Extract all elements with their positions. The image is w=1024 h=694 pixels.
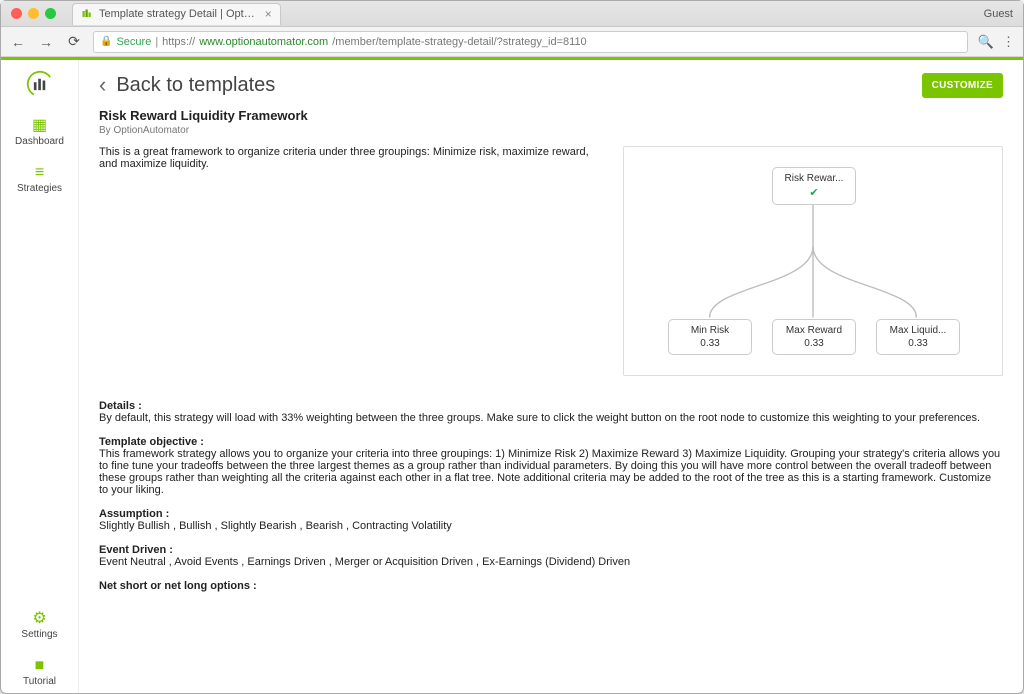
node-label: Min Risk: [677, 325, 743, 336]
tree-child-node[interactable]: Min Risk 0.33: [668, 319, 752, 355]
back-label: Back to templates: [116, 74, 275, 97]
node-value: 0.33: [677, 338, 743, 349]
video-icon: ■: [35, 658, 45, 674]
sidebar-item-label: Strategies: [17, 183, 62, 194]
nav-reload-icon[interactable]: ⟳: [65, 33, 83, 50]
titlebar: Template strategy Detail | Opt… × Guest: [1, 1, 1023, 27]
sidebar-item-label: Dashboard: [15, 136, 64, 147]
sidebar-item-dashboard[interactable]: ▦ Dashboard: [1, 112, 78, 153]
section-label: Event Driven :: [99, 544, 1003, 556]
section-label: Assumption :: [99, 508, 1003, 520]
section-net-options: Net short or net long options :: [99, 580, 1003, 592]
url-scheme: https://: [162, 36, 195, 48]
dashboard-icon: ▦: [32, 118, 47, 134]
list-icon: ≡: [35, 165, 44, 181]
app-logo[interactable]: [24, 68, 56, 100]
main-content: ‹ Back to templates CUSTOMIZE Risk Rewar…: [79, 60, 1023, 693]
secure-label: Secure: [116, 36, 151, 48]
favicon-icon: [81, 8, 93, 20]
minimize-window-button[interactable]: [28, 8, 39, 19]
profile-label[interactable]: Guest: [984, 8, 1013, 20]
tree-child-node[interactable]: Max Liquid... 0.33: [876, 319, 960, 355]
section-text: Slightly Bullish , Bullish , Slightly Be…: [99, 520, 452, 532]
section-text: Event Neutral , Avoid Events , Earnings …: [99, 556, 630, 568]
browser-toolbar: ← → ⟳ 🔒 Secure | https://www.optionautom…: [1, 27, 1023, 57]
section-assumption: Assumption : Slightly Bullish , Bullish …: [99, 508, 1003, 532]
arrow-left-icon: ‹: [99, 72, 106, 98]
tab-title: Template strategy Detail | Opt…: [99, 8, 255, 20]
strategy-header: Risk Reward Liquidity Framework By Optio…: [99, 108, 1003, 136]
section-label: Details :: [99, 400, 1003, 412]
node-label: Risk Rewar...: [781, 173, 847, 184]
sidebar-item-tutorial[interactable]: ■ Tutorial: [1, 652, 78, 693]
section-text: This framework strategy allows you to or…: [99, 448, 1000, 496]
node-label: Max Liquid...: [885, 325, 951, 336]
section-event-driven: Event Driven : Event Neutral , Avoid Eve…: [99, 544, 1003, 568]
top-split: This is a great framework to organize cr…: [99, 146, 1003, 376]
node-value: 0.33: [885, 338, 951, 349]
app-body: ▦ Dashboard ≡ Strategies ⚙ Settings ■ Tu…: [1, 60, 1023, 693]
node-label: Max Reward: [781, 325, 847, 336]
strategy-title: Risk Reward Liquidity Framework: [99, 108, 1003, 123]
tree-child-node[interactable]: Max Reward 0.33: [772, 319, 856, 355]
details-sections: Details : By default, this strategy will…: [99, 400, 1003, 592]
nav-back-icon[interactable]: ←: [9, 34, 27, 50]
window-controls: [11, 8, 56, 19]
customize-button[interactable]: CUSTOMIZE: [922, 73, 1003, 98]
section-objective: Template objective : This framework stra…: [99, 436, 1003, 496]
toolbar-right: 🔍 ⋮: [978, 34, 1015, 50]
section-text: By default, this strategy will load with…: [99, 412, 980, 424]
browser-tab[interactable]: Template strategy Detail | Opt… ×: [72, 3, 281, 25]
url-host: www.optionautomator.com: [199, 36, 328, 48]
gear-icon: ⚙: [32, 611, 46, 627]
browser-window: Template strategy Detail | Opt… × Guest …: [0, 0, 1024, 694]
back-link[interactable]: ‹ Back to templates: [99, 72, 275, 98]
sidebar: ▦ Dashboard ≡ Strategies ⚙ Settings ■ Tu…: [1, 60, 79, 693]
strategy-description: This is a great framework to organize cr…: [99, 146, 599, 376]
section-label: Net short or net long options :: [99, 580, 1003, 592]
menu-icon[interactable]: ⋮: [1002, 34, 1015, 50]
section-details: Details : By default, this strategy will…: [99, 400, 1003, 424]
page-header: ‹ Back to templates CUSTOMIZE: [99, 72, 1003, 98]
tree-diagram[interactable]: Risk Rewar... ✔ Min Risk 0.33 Max Reward…: [623, 146, 1003, 376]
strategy-byline: By OptionAutomator: [99, 125, 1003, 136]
address-bar[interactable]: 🔒 Secure | https://www.optionautomator.c…: [93, 31, 968, 53]
section-label: Template objective :: [99, 436, 1003, 448]
close-window-button[interactable]: [11, 8, 22, 19]
url-path: /member/template-strategy-detail/?strate…: [332, 36, 586, 48]
check-icon: ✔: [781, 186, 847, 199]
nav-forward-icon[interactable]: →: [37, 34, 55, 50]
node-value: 0.33: [781, 338, 847, 349]
close-tab-icon[interactable]: ×: [265, 7, 272, 21]
sidebar-item-strategies[interactable]: ≡ Strategies: [1, 159, 78, 200]
maximize-window-button[interactable]: [45, 8, 56, 19]
tree-root-node[interactable]: Risk Rewar... ✔: [772, 167, 856, 205]
sidebar-item-settings[interactable]: ⚙ Settings: [1, 605, 78, 646]
lock-icon: 🔒: [100, 36, 112, 47]
search-icon[interactable]: 🔍: [978, 34, 994, 50]
sidebar-item-label: Settings: [21, 629, 57, 640]
sidebar-item-label: Tutorial: [23, 676, 56, 687]
